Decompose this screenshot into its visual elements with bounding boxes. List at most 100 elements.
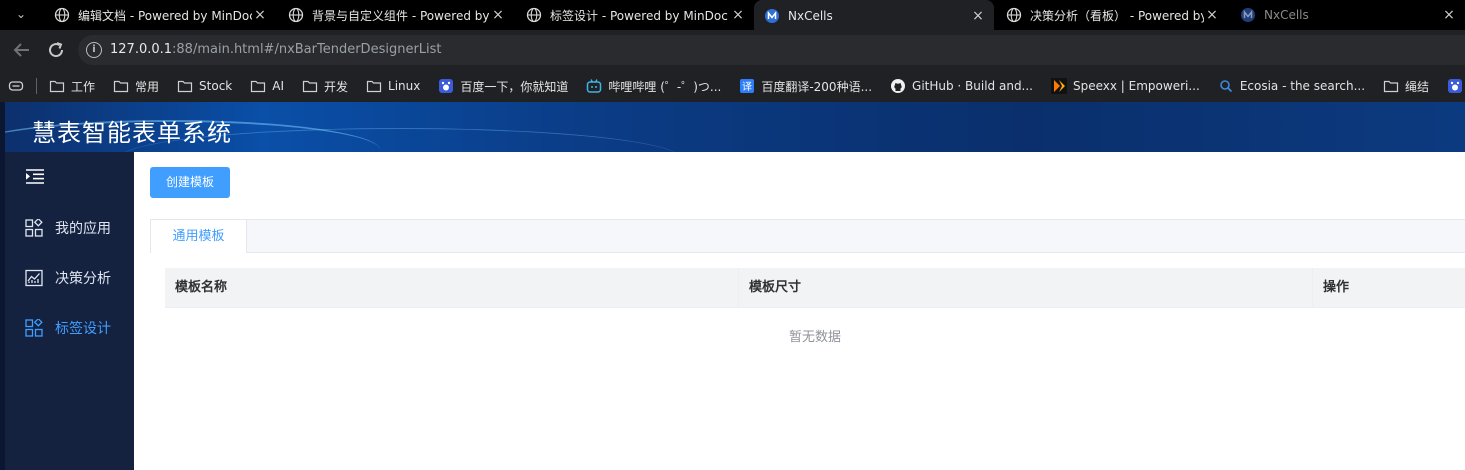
browser-tab-strip: ⌄ 编辑文档 - Powered by MinDoc × 背景与自定义组件 - … — [0, 0, 1465, 32]
bookmark-speexx[interactable]: Speexx | Empoweri... — [1051, 78, 1200, 94]
close-icon[interactable]: × — [490, 7, 506, 23]
bookmark-folder-common[interactable]: 常用 — [113, 78, 159, 95]
baidu-icon — [438, 78, 454, 94]
bookmark-label: 工作 — [71, 79, 96, 94]
browser-tab-title: 标签设计 - Powered by MinDoc — [550, 8, 728, 23]
table-empty-text: 暂无数据 — [788, 330, 841, 345]
bookmarks-bar: 工作 常用 Stock AI 开发 Linux 百度一下，你就知道 哔哩哔哩 (… — [0, 70, 1465, 102]
bookmark-bilibili[interactable]: 哔哩哔哩 (゜-゜)つ... — [586, 78, 721, 95]
app-header: 慧表智能表单系统 — [0, 102, 1465, 152]
bookmark-folder-work[interactable]: 工作 — [49, 78, 95, 95]
browser-tab-title: NxCells — [1264, 8, 1309, 22]
bookmark-label: 开发 — [324, 79, 349, 94]
bookmark-baidu[interactable]: 百度一下，你就知道 — [438, 78, 568, 95]
globe-icon — [526, 7, 542, 23]
sidebar-item-label: 决策分析 — [55, 271, 111, 287]
address-host: 127.0.0.1 — [110, 42, 173, 57]
tab-general-templates[interactable]: 通用模板 — [150, 219, 247, 253]
browser-tab[interactable]: 决策分析（看板） - Powered by M × — [996, 0, 1228, 30]
globe-icon — [1006, 7, 1022, 23]
bookmark-ecosia[interactable]: Ecosia - the search... — [1218, 78, 1365, 94]
baidu-icon — [1447, 78, 1463, 94]
bookmark-label: Stock — [199, 79, 233, 93]
bookmark-folder-dev[interactable]: 开发 — [302, 78, 348, 95]
nxcells-icon — [1240, 7, 1256, 23]
chart-icon — [25, 269, 43, 287]
info-icon[interactable]: i — [86, 42, 102, 58]
close-icon[interactable]: × — [1441, 7, 1457, 23]
nxcells-icon — [764, 8, 780, 24]
browser-tab[interactable]: 标签设计 - Powered by MinDoc × — [516, 0, 754, 30]
bookmarks-divider — [36, 78, 37, 94]
github-icon — [890, 78, 906, 94]
address-bar[interactable]: i 127.0.0.1:88/main.html#/nxBarTenderDes… — [78, 35, 1465, 65]
sidebar: 我的应用 决策分析 标签设计 — [5, 152, 134, 470]
apps-icon[interactable] — [8, 78, 24, 94]
browser-tab[interactable]: NxCells × — [1230, 0, 1465, 30]
app-title: 慧表智能表单系统 — [32, 119, 232, 147]
column-header-actions: 操作 — [1323, 280, 1350, 295]
bookmark-baidu-translate[interactable]: 译百度翻译-200种语... — [739, 78, 872, 95]
globe-icon — [288, 7, 304, 23]
browser-tab-title: 背景与自定义组件 - Powered by M — [312, 8, 490, 23]
bookmark-baidu-2[interactable]: 百度 — [1447, 78, 1465, 95]
bookmark-label: 百度一下，你就知道 — [460, 79, 569, 94]
address-path: :88/main.html#/nxBarTenderDesignerList — [172, 42, 442, 57]
create-template-button[interactable]: 创建模板 — [150, 167, 230, 198]
folder-icon — [177, 78, 193, 94]
address-url: 127.0.0.1:88/main.html#/nxBarTenderDesig… — [110, 42, 442, 57]
browser-tab-title: 编辑文档 - Powered by MinDoc — [78, 8, 252, 23]
tab-search-menu-icon[interactable]: ⌄ — [8, 2, 34, 26]
browser-tab[interactable]: 编辑文档 - Powered by MinDoc × — [44, 0, 276, 30]
table-header: 模板名称 模板尺寸 操作 — [165, 268, 1465, 308]
folder-icon — [250, 78, 266, 94]
column-header-template-name: 模板名称 — [165, 268, 739, 308]
sidebar-item-decision-analysis[interactable]: 决策分析 — [5, 258, 134, 298]
folder-icon — [366, 78, 382, 94]
ecosia-icon — [1218, 78, 1234, 94]
sidebar-item-my-apps[interactable]: 我的应用 — [5, 208, 134, 248]
speexx-icon — [1051, 78, 1067, 94]
bookmark-label: GitHub · Build and... — [912, 79, 1033, 93]
bookmark-folder-ai[interactable]: AI — [250, 78, 284, 94]
browser-tab-title: 决策分析（看板） - Powered by M — [1030, 8, 1204, 23]
folder-icon — [113, 78, 129, 94]
bookmark-label: 哔哩哔哩 (゜-゜)つ... — [608, 79, 722, 94]
back-arrow-icon[interactable] — [10, 38, 34, 62]
bookmark-label: Speexx | Empoweri... — [1073, 79, 1200, 93]
browser-tab-title: NxCells — [788, 9, 833, 23]
reload-icon[interactable] — [44, 38, 68, 62]
folder-icon — [49, 78, 65, 94]
bookmark-label: Linux — [388, 79, 421, 93]
browser-tab[interactable]: 背景与自定义组件 - Powered by M × — [278, 0, 514, 30]
close-icon[interactable]: × — [730, 7, 746, 23]
sidebar-item-label-design[interactable]: 标签设计 — [5, 308, 134, 348]
bilibili-icon — [586, 78, 602, 94]
apps-grid-icon — [25, 319, 43, 337]
globe-icon — [54, 7, 70, 23]
bookmark-folder-knots[interactable]: 绳结 — [1383, 78, 1429, 95]
sidebar-item-label: 我的应用 — [55, 221, 111, 237]
close-icon[interactable]: × — [970, 8, 986, 24]
folder-icon — [1383, 78, 1399, 94]
bookmark-label: 常用 — [135, 79, 160, 94]
translate-icon: 译 — [739, 78, 755, 94]
folder-icon — [302, 78, 318, 94]
main-content: 创建模板 通用模板 模板名称 模板尺寸 操作 暂无数据 — [134, 152, 1465, 470]
bookmark-folder-stock[interactable]: Stock — [177, 78, 232, 94]
column-header-template-size: 模板尺寸 — [739, 268, 1313, 308]
sidebar-item-label: 标签设计 — [55, 321, 111, 337]
svg-text:译: 译 — [742, 81, 752, 93]
apps-grid-icon — [25, 219, 43, 237]
menu-collapse-icon[interactable] — [25, 167, 45, 185]
browser-tab-active[interactable]: NxCells × — [754, 0, 994, 32]
bookmark-label: 绳结 — [1405, 79, 1430, 94]
browser-toolbar: i 127.0.0.1:88/main.html#/nxBarTenderDes… — [0, 30, 1465, 70]
close-icon[interactable]: × — [252, 7, 268, 23]
close-icon[interactable]: × — [1204, 7, 1220, 23]
bookmark-label: AI — [272, 79, 284, 93]
template-table: 模板名称 模板尺寸 操作 暂无数据 — [165, 268, 1465, 368]
bookmark-label: Ecosia - the search... — [1239, 79, 1366, 93]
bookmark-folder-linux[interactable]: Linux — [366, 78, 420, 94]
bookmark-github[interactable]: GitHub · Build and... — [890, 78, 1033, 94]
